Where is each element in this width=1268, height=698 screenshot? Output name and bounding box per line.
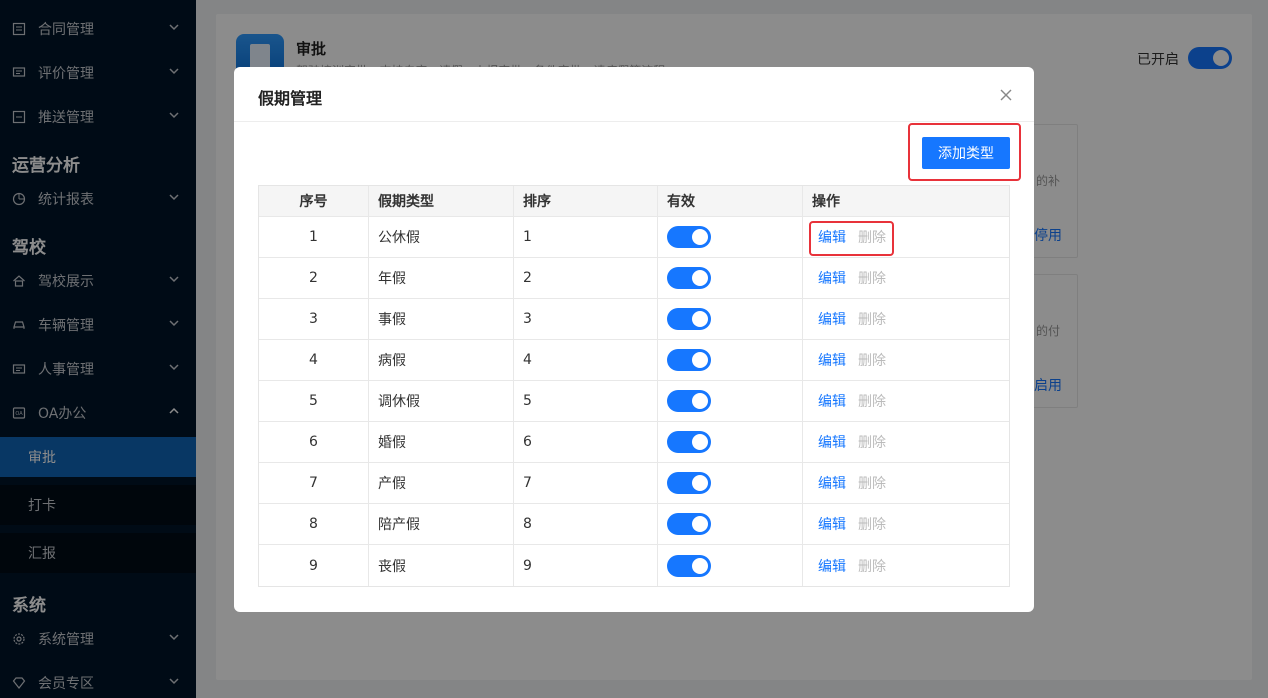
valid-toggle[interactable]: [667, 267, 711, 289]
row-holiday-type: 病假: [369, 340, 514, 380]
row-actions: 编辑 删除: [803, 299, 1009, 339]
row-index: 6: [259, 422, 369, 462]
row-actions: 编辑 删除: [803, 504, 1009, 544]
row-actions: 编辑 删除: [803, 258, 1009, 298]
table-row: 5 调休假 5 编辑 删除: [259, 381, 1009, 422]
row-holiday-type: 丧假: [369, 545, 514, 586]
edit-link[interactable]: 编辑: [818, 556, 846, 576]
row-order: 5: [514, 381, 658, 421]
delete-link[interactable]: 删除: [858, 268, 886, 288]
table-row: 6 婚假 6 编辑 删除: [259, 422, 1009, 463]
delete-link[interactable]: 删除: [858, 309, 886, 329]
edit-link[interactable]: 编辑: [818, 391, 846, 411]
actions-highlight: [809, 221, 894, 256]
delete-link[interactable]: 删除: [858, 391, 886, 411]
row-actions: 编辑 删除: [803, 422, 1009, 462]
valid-toggle[interactable]: [667, 554, 711, 577]
row-index: 5: [259, 381, 369, 421]
column-header-valid: 有效: [658, 186, 803, 216]
row-valid-cell: [658, 504, 803, 544]
delete-link[interactable]: 删除: [858, 556, 886, 576]
row-index: 4: [259, 340, 369, 380]
row-valid-cell: [658, 217, 803, 257]
row-order: 6: [514, 422, 658, 462]
delete-link[interactable]: 删除: [858, 432, 886, 452]
table-row: 2 年假 2 编辑 删除: [259, 258, 1009, 299]
row-holiday-type: 年假: [369, 258, 514, 298]
row-actions: 编辑 删除: [803, 217, 1009, 257]
holiday-modal: 假期管理 添加类型 序号 假期类型 排序 有效 操作 1 公休假 1 编辑 删除 2 年假 2…: [234, 67, 1034, 612]
row-valid-cell: [658, 463, 803, 503]
delete-link[interactable]: 删除: [858, 514, 886, 534]
column-header-order: 排序: [514, 186, 658, 216]
table-row: 9 丧假 9 编辑 删除: [259, 545, 1009, 586]
row-valid-cell: [658, 381, 803, 421]
table-row: 3 事假 3 编辑 删除: [259, 299, 1009, 340]
add-type-button[interactable]: 添加类型: [922, 137, 1010, 169]
row-order: 4: [514, 340, 658, 380]
row-order: 3: [514, 299, 658, 339]
row-holiday-type: 产假: [369, 463, 514, 503]
row-order: 2: [514, 258, 658, 298]
row-holiday-type: 公休假: [369, 217, 514, 257]
modal-header: 假期管理: [234, 67, 1034, 122]
row-valid-cell: [658, 340, 803, 380]
row-valid-cell: [658, 258, 803, 298]
edit-link[interactable]: 编辑: [818, 514, 846, 534]
table-row: 1 公休假 1 编辑 删除: [259, 217, 1009, 258]
row-index: 1: [259, 217, 369, 257]
table-header-row: 序号 假期类型 排序 有效 操作: [259, 186, 1009, 217]
row-index: 7: [259, 463, 369, 503]
valid-toggle[interactable]: [667, 390, 711, 412]
modal-title: 假期管理: [258, 89, 323, 108]
row-actions: 编辑 删除: [803, 545, 1009, 586]
edit-link[interactable]: 编辑: [818, 268, 846, 288]
row-holiday-type: 陪产假: [369, 504, 514, 544]
row-index: 8: [259, 504, 369, 544]
edit-link[interactable]: 编辑: [818, 309, 846, 329]
row-actions: 编辑 删除: [803, 381, 1009, 421]
valid-toggle[interactable]: [667, 513, 711, 535]
row-index: 2: [259, 258, 369, 298]
row-holiday-type: 事假: [369, 299, 514, 339]
row-order: 7: [514, 463, 658, 503]
edit-link[interactable]: 编辑: [818, 350, 846, 370]
row-valid-cell: [658, 545, 803, 586]
row-holiday-type: 调休假: [369, 381, 514, 421]
row-index: 9: [259, 545, 369, 586]
column-header-actions: 操作: [812, 194, 840, 210]
table-row: 7 产假 7 编辑 删除: [259, 463, 1009, 504]
column-header-index: 序号: [259, 186, 369, 216]
row-actions: 编辑 删除: [803, 463, 1009, 503]
column-header-type: 假期类型: [369, 186, 514, 216]
table-row: 8 陪产假 8 编辑 删除: [259, 504, 1009, 545]
delete-link[interactable]: 删除: [858, 350, 886, 370]
row-index: 3: [259, 299, 369, 339]
valid-toggle[interactable]: [667, 226, 711, 248]
row-order: 9: [514, 545, 658, 586]
valid-toggle[interactable]: [667, 349, 711, 371]
row-actions: 编辑 删除: [803, 340, 1009, 380]
row-valid-cell: [658, 299, 803, 339]
row-order: 1: [514, 217, 658, 257]
delete-link[interactable]: 删除: [858, 473, 886, 493]
valid-toggle[interactable]: [667, 308, 711, 330]
close-icon[interactable]: [996, 85, 1016, 105]
row-order: 8: [514, 504, 658, 544]
valid-toggle[interactable]: [667, 472, 711, 494]
table-row: 4 病假 4 编辑 删除: [259, 340, 1009, 381]
edit-link[interactable]: 编辑: [818, 473, 846, 493]
row-holiday-type: 婚假: [369, 422, 514, 462]
valid-toggle[interactable]: [667, 431, 711, 453]
holiday-table: 序号 假期类型 排序 有效 操作 1 公休假 1 编辑 删除 2 年假 2 编辑 删除 3 事假 3 编辑…: [258, 185, 1010, 587]
edit-link[interactable]: 编辑: [818, 432, 846, 452]
row-valid-cell: [658, 422, 803, 462]
